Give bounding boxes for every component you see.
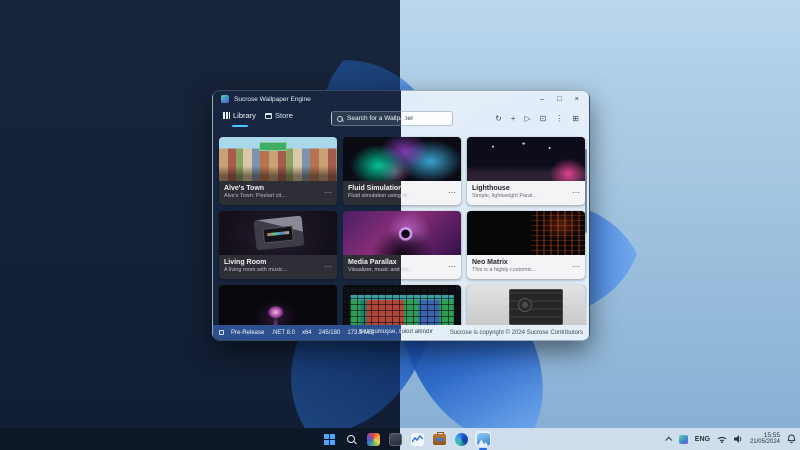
tile-title: Living Room: [224, 258, 332, 267]
toolbar: Library Store Search for a Wallpaper Sea…: [213, 107, 589, 131]
taskbar: ENG 15:55 21/05/2024: [0, 428, 800, 450]
tile-fluid-simulation[interactable]: Fluid Simulation Fluid simulation using …: [343, 137, 461, 205]
display-settings-icon[interactable]: ⊡: [540, 111, 547, 126]
search-input[interactable]: Search for a Wallpaper Search for a Wall…: [331, 111, 453, 126]
more-options-icon[interactable]: ⋮: [555, 111, 563, 126]
motherboard-shape: [509, 289, 563, 325]
refresh-icon[interactable]: ↻: [495, 111, 502, 126]
tile-more-button[interactable]: ⋯: [572, 189, 580, 197]
tab-store-label: Store: [275, 111, 293, 120]
tile-more-button[interactable]: ⋯: [448, 263, 456, 271]
desktop: Sucrose Wallpaper Engine – □ × Library S…: [0, 0, 800, 450]
tile-lighthouse[interactable]: Lighthouse Simple, lightweight Paral... …: [467, 137, 585, 205]
tray-chevron-up-icon[interactable]: [665, 436, 672, 443]
tile-subtitle: A living room with music...: [224, 267, 332, 274]
date-label: 21/05/2024: [750, 439, 780, 446]
tile-title: Alve's Town: [224, 184, 332, 193]
taskbar-app-edge[interactable]: [453, 431, 469, 447]
search-icon: [337, 116, 343, 122]
tile-more-button[interactable]: ⋯: [324, 263, 332, 271]
edge-browser-icon: [455, 433, 468, 446]
status-motto: Söz gümüşse, sükût altındır Söz gümüşse,…: [359, 329, 433, 335]
alves-town-thumbnail: [219, 137, 337, 181]
library-icon: [223, 112, 230, 119]
town-sign: [259, 142, 287, 151]
tile-title: Neo Matrix: [472, 258, 580, 267]
counter-label: 245/180: [319, 330, 341, 336]
tile-media-parallax[interactable]: Media Parallax Visualizer, music and mo.…: [343, 211, 461, 279]
taskbar-app-toolbox[interactable]: [431, 431, 447, 447]
graph-app-icon: [411, 433, 424, 446]
store-icon: [265, 113, 272, 119]
tile-subtitle: Simple, lightweight Paral...: [472, 193, 580, 200]
lighthouse-thumbnail: [467, 137, 585, 181]
tile-living-room[interactable]: Living Room A living room with music... …: [219, 211, 337, 279]
time-label: 15:55: [750, 432, 780, 439]
fluid-simulation-thumbnail: [343, 137, 461, 181]
architecture-label: x64: [302, 330, 312, 336]
play-icon[interactable]: ▷: [524, 111, 530, 126]
tile-more-button[interactable]: ⋯: [324, 189, 332, 197]
view-grid-icon[interactable]: ⊞: [572, 111, 579, 126]
sucrose-app-window: Sucrose Wallpaper Engine – □ × Library S…: [212, 90, 590, 341]
taskbar-app-sucrose-active[interactable]: [475, 431, 491, 447]
window-title: Sucrose Wallpaper Engine: [234, 96, 311, 103]
add-wallpaper-icon[interactable]: +: [511, 111, 516, 126]
wallpaper-app-icon: [477, 433, 490, 446]
colorful-app-icon: [367, 433, 380, 446]
taskbar-app-explorer[interactable]: [387, 431, 403, 447]
windows-logo-icon: [324, 434, 335, 445]
tile-subtitle: Visualizer, music and mo...: [348, 267, 456, 274]
start-button[interactable]: [321, 431, 337, 447]
sucrose-tray-icon[interactable]: [679, 435, 688, 444]
taskbar-search-button[interactable]: [343, 431, 359, 447]
living-room-thumbnail: [219, 211, 337, 255]
tab-store[interactable]: Store: [265, 111, 293, 120]
wallpaper-library: Alve's Town Alve's Town: Pixelart cit...…: [213, 131, 589, 327]
minimize-button[interactable]: –: [540, 93, 544, 105]
vertical-scrollbar[interactable]: [585, 149, 587, 233]
tile-title: Lighthouse: [472, 184, 580, 193]
tile-alves-town[interactable]: Alve's Town Alve's Town: Pixelart cit...…: [219, 137, 337, 205]
close-button[interactable]: ×: [575, 93, 579, 105]
dark-app-icon: [389, 433, 402, 446]
titlebar[interactable]: Sucrose Wallpaper Engine – □ ×: [213, 91, 589, 107]
taskbar-app-colorful[interactable]: [365, 431, 381, 447]
taskbar-app-monitor[interactable]: [409, 431, 425, 447]
status-bar: Pre-Release .NET 8.0 x64 245/180 173.5 M…: [213, 325, 589, 340]
tv-screen: [262, 226, 293, 244]
tile-title: Media Parallax: [348, 258, 456, 267]
active-tab-indicator: [232, 125, 248, 127]
build-label: Pre-Release: [231, 330, 264, 336]
tab-library[interactable]: Library: [223, 111, 256, 120]
sucrose-app-icon: [221, 95, 229, 103]
wifi-icon[interactable]: [717, 435, 727, 443]
tile-subtitle: Alve's Town: Pixelart cit...: [224, 193, 332, 200]
toolbox-app-icon: [433, 434, 446, 445]
tile-title: Fluid Simulation: [348, 184, 456, 193]
tile-neo-matrix[interactable]: Neo Matrix This is a highly customiz... …: [467, 211, 585, 279]
tv-shape: [254, 216, 305, 251]
tile-more-button[interactable]: ⋯: [572, 263, 580, 271]
search-placeholder: Search for a Wallpaper Search for a Wall…: [347, 115, 413, 122]
notification-bell-icon[interactable]: [787, 434, 796, 444]
build-flag-icon: [219, 330, 224, 335]
volume-icon[interactable]: [734, 435, 743, 443]
media-parallax-thumbnail: [343, 211, 461, 255]
tile-more-button[interactable]: ⋯: [448, 189, 456, 197]
tab-library-label: Library: [233, 111, 256, 120]
copyright-text: Sucrose is copyright © 2024 Sucrose Cont…: [450, 330, 583, 336]
search-icon: [347, 435, 355, 443]
neo-matrix-thumbnail: [467, 211, 585, 255]
language-indicator[interactable]: ENG: [695, 436, 710, 443]
taskbar-clock[interactable]: 15:55 21/05/2024: [750, 432, 780, 446]
tile-subtitle: This is a highly customiz...: [472, 267, 580, 274]
tile-subtitle: Fluid simulation using W...: [348, 193, 456, 200]
maximize-button[interactable]: □: [557, 93, 562, 105]
dotnet-version: .NET 8.0: [271, 330, 295, 336]
